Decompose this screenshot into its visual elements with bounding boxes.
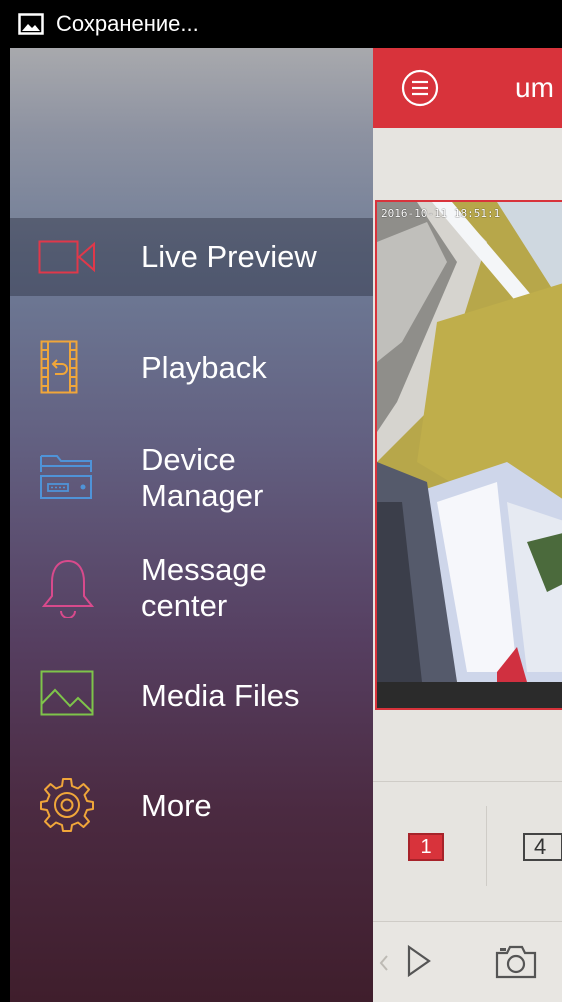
nav-item-label: Live Preview [141,239,317,274]
video-feed[interactable]: 2016-10-11 18:51:1 [375,200,562,710]
video-camera-icon [38,240,95,274]
nav-item-label: Message center [141,552,267,623]
app-title: um [515,72,554,103]
film-playback-icon [40,340,78,394]
nav-item-label: Media Files [141,678,300,713]
chevron-left-icon[interactable] [379,954,389,972]
image-landscape-icon [40,670,94,716]
divider [373,781,562,782]
nav-item-device-manager[interactable]: Device Manager [10,436,373,522]
bell-icon [41,559,95,618]
status-bar: Сохранение... [0,0,562,48]
nav-item-label: More [141,788,212,823]
menu-button[interactable] [400,68,440,108]
nav-item-more[interactable]: More [10,768,373,844]
nav-item-message-center[interactable]: Message center [10,546,373,632]
status-text: Сохранение... [56,11,199,36]
bottom-toolbar [373,921,562,1002]
camera-image [377,202,562,708]
live-preview-screen: um 2016-10-11 18:51:1 1 4 [373,48,562,1002]
nav-item-label: Device Manager [141,442,264,513]
gear-icon [40,778,94,832]
nav-item-media-files[interactable]: Media Files [10,658,373,734]
split-4-button[interactable]: 4 [523,833,562,861]
nav-item-live-preview[interactable]: Live Preview [10,218,373,296]
image-icon [18,13,44,35]
split-1-button[interactable]: 1 [408,833,444,861]
device-recorder-icon [40,455,92,499]
app-header: um [373,48,562,128]
nav-item-label: Playback [141,350,267,385]
split-divider [486,806,487,886]
navigation-drawer: Live Preview Playback Device Manager Mes… [10,48,373,1002]
screen: Сохранение... um 2016-10-11 18:51:1 1 4 … [0,0,562,1002]
video-timestamp: 2016-10-11 18:51:1 [381,207,501,220]
nav-item-playback[interactable]: Playback [10,323,373,413]
play-icon[interactable] [406,944,432,978]
camera-icon[interactable] [494,944,538,980]
